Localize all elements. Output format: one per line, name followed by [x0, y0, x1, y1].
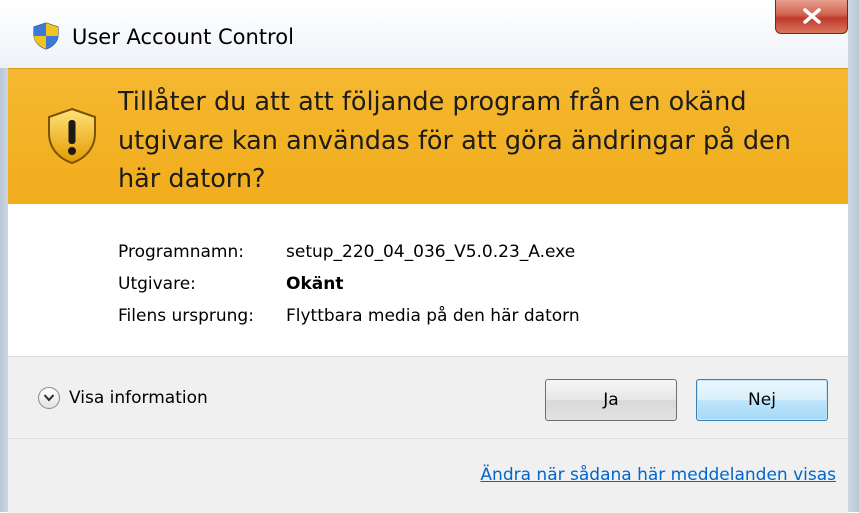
close-button[interactable] — [775, 0, 848, 34]
yes-button[interactable]: Ja — [545, 379, 677, 421]
show-details-toggle[interactable] — [38, 387, 60, 409]
window-frame-left — [0, 68, 8, 512]
publisher-value: Okänt — [286, 274, 344, 294]
close-icon — [803, 8, 821, 24]
title-bar[interactable]: User Account Control — [0, 0, 859, 68]
uac-shield-icon — [32, 22, 60, 50]
uac-question: Tillåter du att att följande program frå… — [118, 87, 791, 194]
program-name-label: Programnamn: — [118, 242, 244, 262]
action-bar: Visa information Ja Nej — [8, 356, 848, 439]
file-origin-label: Filens ursprung: — [118, 306, 254, 326]
change-notification-settings-link[interactable]: Ändra när sådana här meddelanden visas — [480, 463, 836, 487]
window-frame-right — [848, 0, 859, 512]
chevron-down-icon — [43, 394, 55, 402]
warning-banner: Tillåter du att att följande program frå… — [8, 68, 848, 205]
uac-dialog: User Account Control Tillåter du att att… — [0, 0, 859, 513]
publisher-label: Utgivare: — [118, 274, 196, 294]
footer: Ändra när sådana här meddelanden visas — [8, 438, 848, 513]
program-details: Programnamn: setup_220_04_036_V5.0.23_A.… — [8, 204, 848, 356]
file-origin-value: Flyttbara media på den här datorn — [286, 306, 580, 326]
window-title: User Account Control — [72, 25, 294, 49]
program-name-value: setup_220_04_036_V5.0.23_A.exe — [286, 242, 576, 262]
no-button[interactable]: Nej — [696, 379, 828, 421]
show-details-label[interactable]: Visa information — [69, 386, 208, 410]
warning-shield-icon — [46, 107, 98, 165]
